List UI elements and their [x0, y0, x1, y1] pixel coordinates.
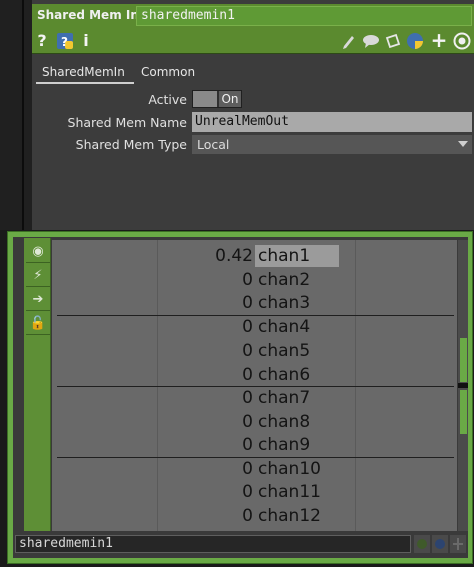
lock-icon[interactable]: 🔓 — [26, 314, 50, 335]
channel-value: 0 — [242, 388, 253, 408]
op-type-label: Shared Mem In — [37, 8, 139, 22]
scrollbar-marker — [458, 383, 468, 388]
channel-value: 0 — [242, 412, 253, 432]
shared-mem-name-field[interactable]: UnrealMemOut — [192, 112, 472, 132]
channel-name[interactable]: chan9 — [258, 434, 310, 456]
channel-value: 0 — [242, 270, 253, 290]
viewer-toggle-icon[interactable]: ◉ — [26, 242, 50, 263]
node-display-button[interactable] — [432, 535, 448, 553]
channel-value: 0 — [242, 341, 253, 361]
row-group-separator — [57, 457, 454, 458]
node-flag-button[interactable] — [414, 535, 430, 553]
channel-name[interactable]: chan3 — [258, 292, 310, 314]
channel-name[interactable]: chan12 — [258, 505, 321, 527]
channel-value: 0.42 — [215, 246, 253, 266]
param-label-active: Active — [148, 92, 187, 107]
active-toggle-value: On — [219, 91, 241, 107]
plus-icon[interactable]: + — [430, 29, 448, 51]
channel-value: 0 — [242, 459, 253, 479]
channel-value: 0 — [242, 482, 253, 502]
op-name-field[interactable]: sharedmemin1 — [136, 6, 472, 26]
node-render-button[interactable] — [450, 535, 466, 553]
row-group-separator — [57, 386, 454, 387]
comment-icon[interactable] — [362, 32, 380, 50]
scrollbar-thumb[interactable] — [460, 338, 467, 382]
channel-name[interactable]: chan7 — [258, 387, 310, 409]
target-icon[interactable] — [453, 32, 471, 50]
tab-common[interactable]: Common — [141, 61, 195, 85]
channel-value: 0 — [242, 317, 253, 337]
python-help-icon[interactable]: ? — [56, 32, 74, 50]
paste-icon[interactable] — [384, 32, 402, 50]
channel-name[interactable]: chan4 — [258, 316, 310, 338]
left-gutter — [0, 0, 32, 230]
shared-mem-type-dropdown[interactable]: Local — [192, 135, 472, 154]
channel-name[interactable]: chan5 — [258, 340, 310, 362]
svg-text:?: ? — [61, 35, 68, 49]
channel-name[interactable]: chan11 — [258, 481, 321, 503]
channel-name[interactable]: chan2 — [258, 269, 310, 291]
channel-name[interactable]: chan6 — [258, 364, 310, 386]
active-toggle[interactable]: On — [192, 90, 242, 108]
help-icon[interactable]: ? — [36, 30, 48, 52]
bypass-icon[interactable]: ⚡ — [26, 266, 50, 287]
row-group-separator — [57, 315, 454, 316]
param-label-shared-mem-name: Shared Mem Name — [67, 115, 187, 130]
info-icon[interactable]: i — [80, 30, 92, 52]
chevron-down-icon[interactable] — [458, 141, 468, 147]
pencil-icon[interactable] — [340, 32, 358, 50]
active-tab-underline — [36, 82, 134, 84]
channel-name[interactable]: chan1 — [258, 245, 310, 267]
channel-value: 0 — [242, 293, 253, 313]
scrollbar-thumb[interactable] — [460, 390, 467, 434]
channel-name[interactable]: chan10 — [258, 458, 321, 480]
node-name-field[interactable]: sharedmemin1 — [15, 535, 411, 553]
python-icon[interactable] — [406, 32, 424, 50]
channel-name[interactable]: chan8 — [258, 411, 310, 433]
param-label-shared-mem-type: Shared Mem Type — [75, 137, 187, 152]
channel-value: 0 — [242, 435, 253, 455]
channel-value: 0 — [242, 506, 253, 526]
arrow-right-icon[interactable]: ➔ — [26, 290, 50, 311]
channel-value: 0 — [242, 365, 253, 385]
